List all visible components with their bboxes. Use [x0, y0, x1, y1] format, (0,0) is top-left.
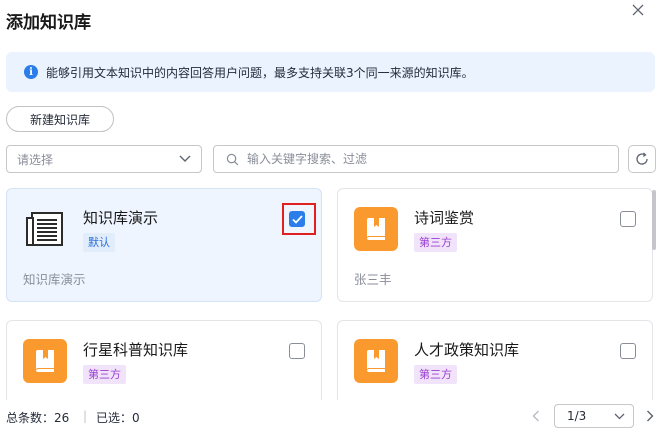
page-select[interactable]: 1/3: [554, 404, 634, 428]
chevron-left-icon: [532, 410, 539, 422]
close-button[interactable]: [631, 3, 645, 17]
check-icon: [291, 214, 303, 224]
refresh-button[interactable]: [628, 145, 656, 173]
chevron-right-icon: [647, 410, 654, 422]
kb-owner: 知识库演示: [23, 272, 86, 287]
kb-tag: 第三方: [414, 365, 457, 384]
kb-checkbox[interactable]: [620, 343, 636, 359]
kb-name: 诗词鉴赏: [414, 209, 475, 227]
book-icon: [367, 350, 385, 372]
document-icon: [26, 212, 63, 246]
search-box[interactable]: [213, 145, 619, 173]
kb-thumbnail: [354, 339, 398, 383]
select-placeholder: 请选择: [17, 152, 54, 167]
kb-thumbnail: [23, 207, 67, 251]
kb-card[interactable]: 知识库演示 默认 知识库演示: [6, 188, 322, 302]
prev-page-button[interactable]: [526, 406, 546, 426]
page-indicator: 1/3: [567, 409, 587, 423]
book-icon: [36, 350, 54, 372]
info-text: 能够引用文本知识中的内容回答用户问题，最多支持关联3个同一来源的知识库。: [46, 65, 474, 80]
new-kb-button[interactable]: 新建知识库: [6, 106, 114, 132]
kb-checkbox[interactable]: [289, 343, 305, 359]
next-page-button[interactable]: [640, 406, 659, 426]
kb-owner: 张三丰: [354, 272, 392, 287]
footer-separator: |: [83, 409, 88, 423]
info-banner: i 能够引用文本知识中的内容回答用户问题，最多支持关联3个同一来源的知识库。: [6, 52, 655, 92]
kb-tag: 第三方: [414, 233, 457, 252]
refresh-icon: [636, 152, 648, 165]
chevron-down-icon: [614, 413, 625, 419]
source-select[interactable]: 请选择: [6, 145, 202, 173]
kb-name: 行星科普知识库: [83, 341, 189, 359]
search-input[interactable]: [247, 152, 618, 166]
kb-checkbox[interactable]: [289, 211, 305, 227]
kb-tag: 默认: [83, 233, 115, 252]
info-icon: i: [24, 65, 38, 79]
kb-card[interactable]: 人才政策知识库 第三方: [337, 320, 653, 400]
total-count: 总条数：26: [6, 411, 70, 425]
kb-thumbnail: [23, 339, 67, 383]
close-icon[interactable]: [631, 3, 645, 17]
kb-card[interactable]: 诗词鉴赏 第三方 张三丰: [337, 188, 653, 302]
dialog-title: 添加知识库: [6, 13, 91, 33]
kb-tag: 第三方: [83, 365, 126, 384]
kb-card[interactable]: 行星科普知识库 第三方: [6, 320, 322, 400]
kb-name: 人才政策知识库: [414, 341, 520, 359]
kb-name: 知识库演示: [83, 209, 159, 227]
book-icon: [367, 218, 385, 240]
footer: 总条数：26 | 已选：0 1/3: [6, 404, 655, 428]
chevron-down-icon: [179, 155, 191, 162]
search-icon: [226, 153, 239, 165]
kb-thumbnail: [354, 207, 398, 251]
scrollbar-thumb[interactable]: [652, 190, 656, 250]
selected-count: 已选：0: [96, 411, 140, 425]
kb-checkbox[interactable]: [620, 211, 636, 227]
